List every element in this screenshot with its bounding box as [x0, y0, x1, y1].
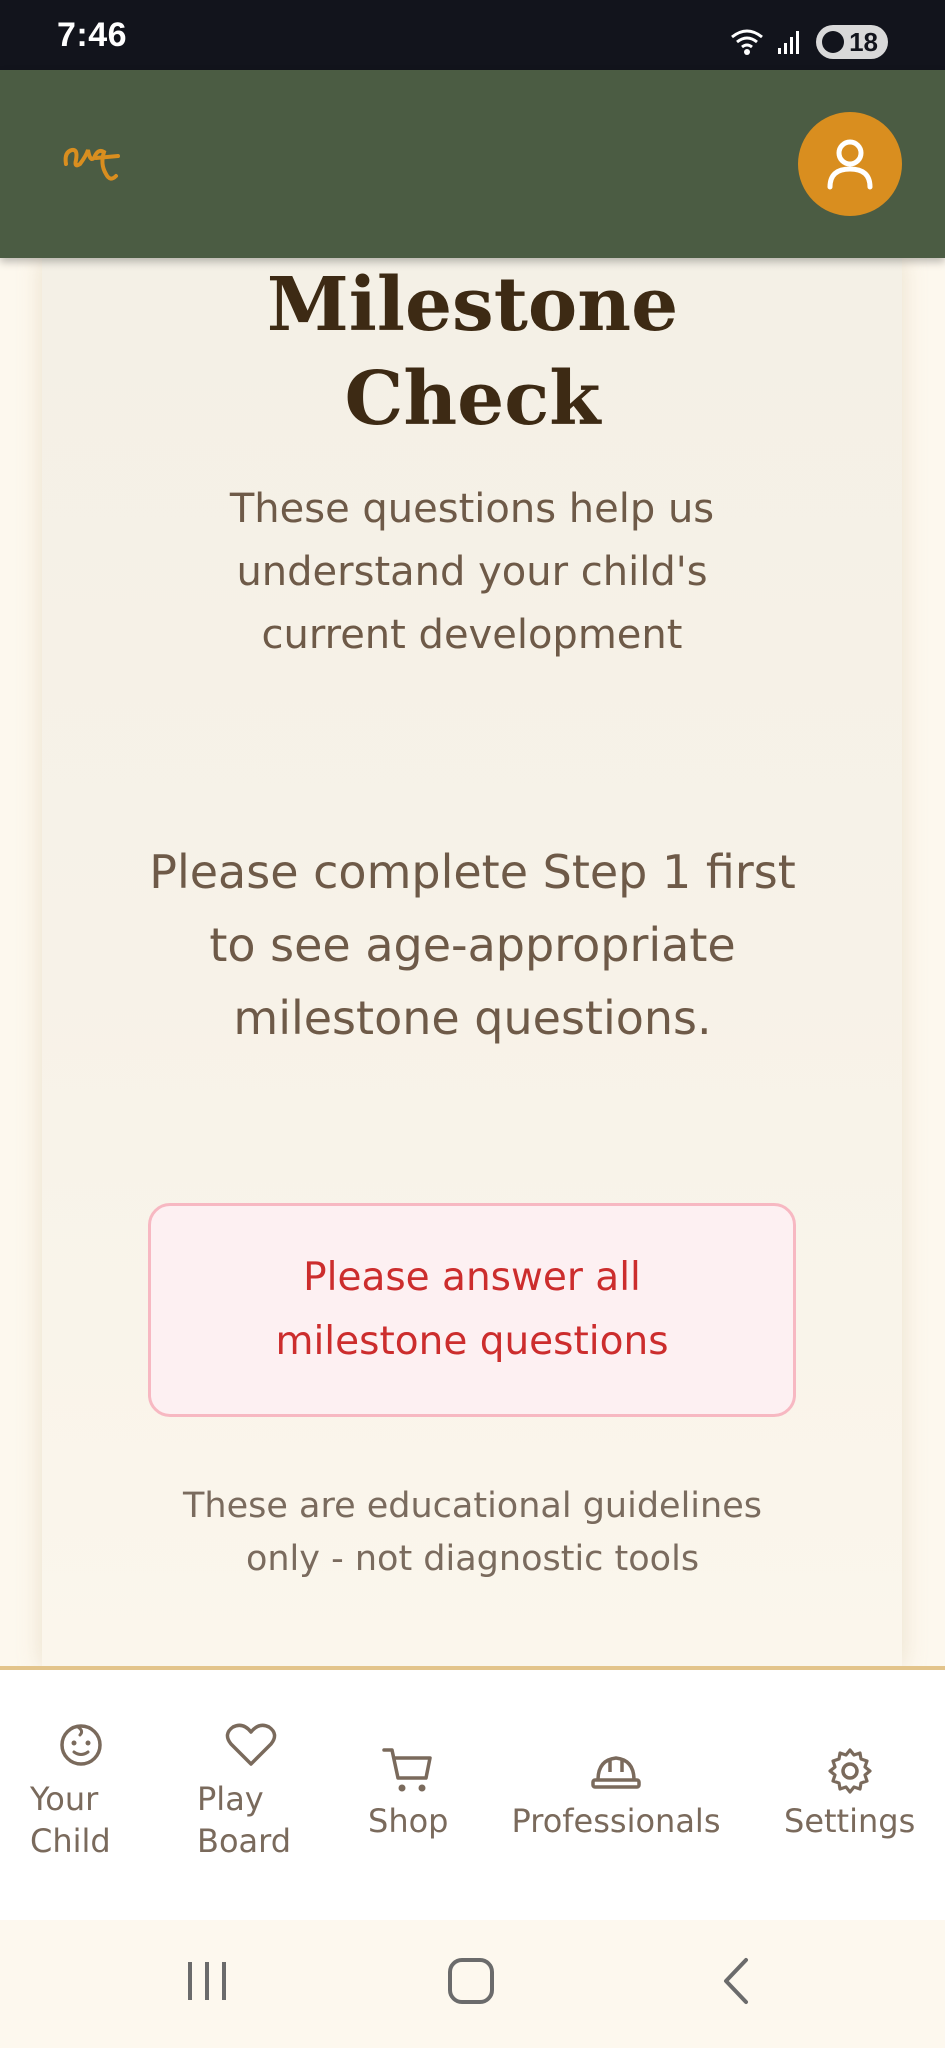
nav-professionals[interactable]: Professionals: [511, 1746, 721, 1842]
app-header: [0, 70, 945, 258]
nav-shop[interactable]: Shop: [368, 1746, 448, 1842]
back-icon[interactable]: [712, 1956, 762, 2006]
error-message-line1: Please answer all: [303, 1255, 641, 1300]
error-message-line2: milestone questions: [275, 1319, 669, 1364]
nav-label-line1: Your: [30, 1780, 99, 1818]
error-alert: Please answer all milestone questions: [148, 1203, 796, 1417]
step-required-message: Please complete Step 1 first to see age-…: [149, 845, 796, 1045]
battery-level: 18: [849, 26, 878, 57]
error-message: Please answer all milestone questions: [212, 1246, 732, 1374]
profile-button[interactable]: [798, 112, 902, 216]
nav-label: Settings: [784, 1802, 916, 1840]
nav-label: Professionals: [511, 1802, 721, 1840]
bottom-nav: Your Child Play Board Shop Professionals…: [0, 1666, 945, 1920]
nav-label-line2: Child: [30, 1822, 111, 1860]
hard-hat-icon: [591, 1756, 641, 1789]
signal-icon: [778, 31, 799, 54]
script-logo-icon[interactable]: [60, 134, 124, 198]
baby-face-icon: [60, 1724, 102, 1766]
nav-label-line1: Play: [197, 1780, 264, 1818]
battery-saver-icon: [822, 31, 844, 53]
page-subtitle: These questions help us understand your …: [229, 486, 715, 658]
disclaimer-line1: These are educational guidelines: [183, 1486, 762, 1526]
home-icon[interactable]: [447, 1956, 497, 2006]
nav-label: Shop: [368, 1802, 449, 1840]
status-icons: 18: [730, 22, 888, 62]
system-nav-bar: [0, 1920, 945, 2048]
nav-settings[interactable]: Settings: [784, 1746, 915, 1842]
status-bar: 7:46 18: [0, 0, 945, 70]
nav-label-line2: Board: [197, 1822, 292, 1860]
recent-apps-icon[interactable]: [182, 1956, 232, 2006]
cart-icon: [382, 1748, 432, 1792]
nav-your-child[interactable]: Your Child: [30, 1722, 111, 1862]
gear-icon: [828, 1748, 872, 1794]
disclaimer-line2: only - not diagnostic tools: [245, 1539, 700, 1579]
heart-icon: [225, 1723, 277, 1766]
milestone-content[interactable]: Milestone Check These questions help us …: [0, 258, 945, 1666]
wifi-icon: [731, 29, 763, 55]
disclaimer: These are educational guidelines only - …: [150, 1480, 795, 1586]
page-title-line1: Milestone: [266, 262, 679, 348]
nav-play-board[interactable]: Play Board: [197, 1722, 291, 1862]
battery-indicator: 18: [816, 25, 888, 59]
page-title-line2: Check: [344, 356, 601, 442]
user-icon: [827, 139, 873, 190]
page-title: Milestone Check: [0, 258, 945, 446]
status-time: 7:46: [57, 16, 128, 54]
